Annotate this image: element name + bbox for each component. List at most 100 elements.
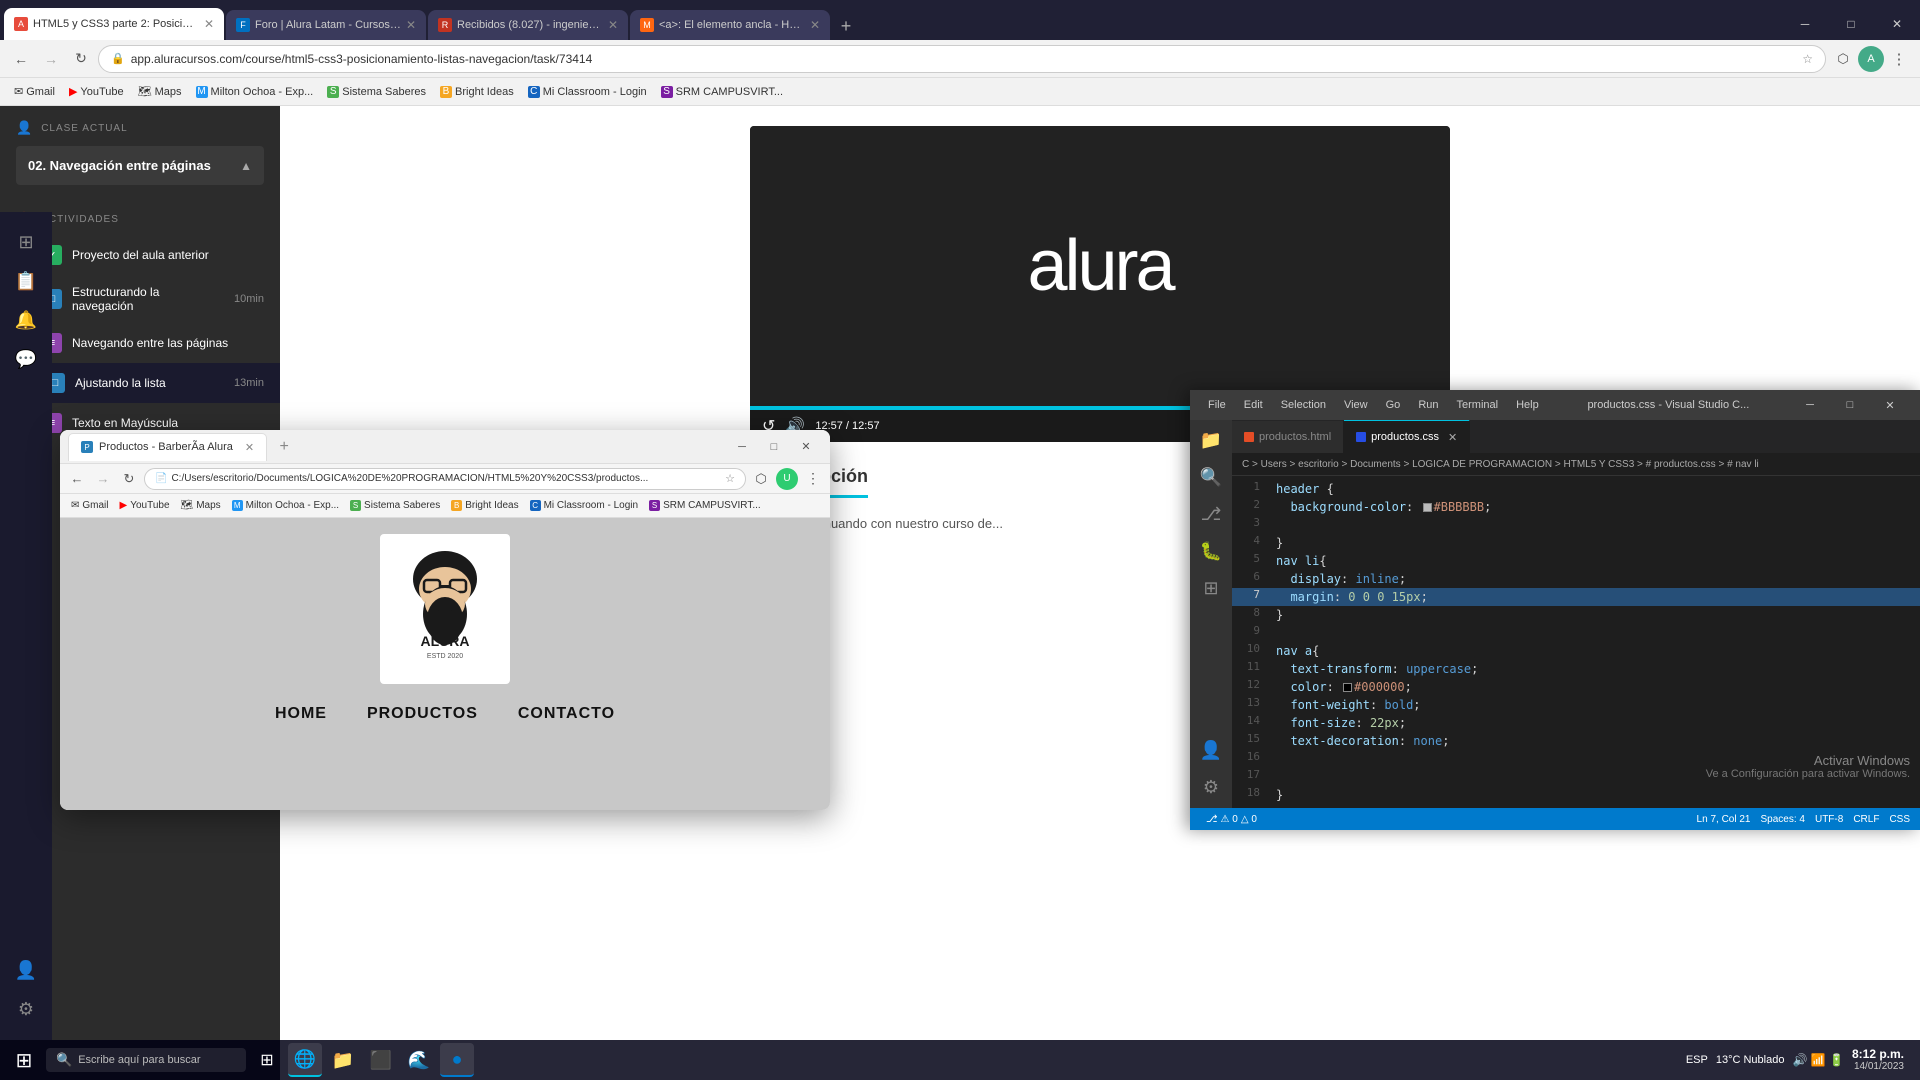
bookmark-gmail[interactable]: ✉ Gmail: [8, 81, 61, 103]
fw-close[interactable]: ✕: [790, 433, 822, 461]
act-text-2: Estructurando la navegación: [72, 285, 224, 313]
fw-forward[interactable]: →: [92, 468, 114, 490]
search-placeholder: Escribe aquí para buscar: [78, 1054, 200, 1066]
tab-3[interactable]: R Recibidos (8.027) - ingenierasgr... ✕: [428, 10, 628, 40]
tab-4-close[interactable]: ✕: [810, 18, 820, 32]
fw-back[interactable]: ←: [66, 468, 88, 490]
bookmark-maps[interactable]: 🗺 Maps: [132, 81, 188, 103]
rail-icon-1[interactable]: ⊞: [18, 232, 33, 253]
add-tab-button[interactable]: +: [832, 12, 860, 40]
bookmark-classroom[interactable]: C Mi Classroom - Login: [522, 81, 653, 103]
vsc-git-icon: ⎇: [1206, 814, 1218, 825]
search-bar[interactable]: 🔍 Escribe aquí para buscar: [46, 1048, 246, 1072]
taskbar-files[interactable]: 📁: [326, 1043, 360, 1077]
bookmark-saberes[interactable]: S Sistema Saberes: [321, 81, 432, 103]
nav-contacto[interactable]: CONTACTO: [518, 705, 615, 723]
fw-titlebar: P Productos - BarberÃa Alura ✕ + ─ □ ✕: [60, 430, 830, 464]
vsc-menu-view[interactable]: View: [1336, 397, 1376, 413]
tab-4[interactable]: M <a>: El elemento ancla - HTML:... ✕: [630, 10, 830, 40]
vsc-act-search[interactable]: 🔍: [1196, 463, 1226, 492]
nav-productos[interactable]: PRODUCTOS: [367, 705, 478, 723]
fw-bk-classroom[interactable]: C Mi Classroom - Login: [525, 496, 643, 516]
tab-2-close[interactable]: ✕: [406, 18, 416, 32]
fw-url-text: C:/Users/escritorio/Documents/LOGICA%20D…: [171, 473, 648, 484]
close-button[interactable]: ✕: [1874, 8, 1920, 40]
tab-1-close[interactable]: ✕: [204, 17, 214, 31]
task-view-button[interactable]: ⊞: [250, 1043, 284, 1077]
tab-1[interactable]: A HTML5 y CSS3 parte 2: Posicion... ✕: [4, 8, 224, 40]
bookmark-milton[interactable]: M Milton Ochoa - Exp...: [190, 81, 320, 103]
clase-actual-title: 👤 CLASE ACTUAL: [16, 120, 264, 136]
vsc-tab-css-close[interactable]: ✕: [1448, 431, 1457, 444]
taskbar-terminal[interactable]: ⬛: [364, 1043, 398, 1077]
fw-bk-srm[interactable]: S SRM CAMPUSVIRT...: [644, 496, 766, 516]
vsc-tab-html[interactable]: productos.html: [1232, 421, 1344, 453]
vsc-menu-help[interactable]: Help: [1508, 397, 1547, 413]
fw-tab-close[interactable]: ✕: [245, 441, 254, 454]
fw-refresh[interactable]: ↻: [118, 468, 140, 490]
taskbar-vscode[interactable]: ●: [440, 1043, 474, 1077]
bookmark-brightideas[interactable]: B Bright Ideas: [434, 81, 520, 103]
url-bar[interactable]: 🔒 app.aluracursos.com/course/html5-css3-…: [98, 45, 1826, 73]
forward-button[interactable]: →: [38, 46, 64, 72]
fw-bk-youtube[interactable]: ▶ YouTube: [115, 496, 175, 516]
vsc-tab-css[interactable]: productos.css ✕: [1344, 420, 1470, 453]
minimize-button[interactable]: ─: [1782, 8, 1828, 40]
start-button[interactable]: ⊞: [6, 1042, 42, 1078]
rail-icon-6[interactable]: ⚙: [18, 999, 34, 1020]
vsc-menu-run[interactable]: Run: [1410, 397, 1446, 413]
rail-icon-2[interactable]: 📋: [15, 271, 37, 292]
maximize-button[interactable]: □: [1828, 8, 1874, 40]
bookmark-srm[interactable]: S SRM CAMPUSVIRT...: [655, 81, 789, 103]
current-lesson[interactable]: 02. Navegación entre páginas ▲: [16, 146, 264, 185]
fw-minimize[interactable]: ─: [726, 433, 758, 461]
vsc-act-explorer[interactable]: 📁: [1196, 426, 1226, 455]
fw-bk-saberes[interactable]: S Sistema Saberes: [345, 496, 445, 516]
tab-2[interactable]: F Foro | Alura Latam - Cursos onli... ✕: [226, 10, 426, 40]
back-button[interactable]: ←: [8, 46, 34, 72]
tab-3-close[interactable]: ✕: [608, 18, 618, 32]
rail-icon-4[interactable]: 💬: [15, 349, 37, 370]
fw-url-bar[interactable]: 📄 C:/Users/escritorio/Documents/LOGICA%2…: [144, 468, 746, 490]
fw-restore[interactable]: □: [758, 433, 790, 461]
vsc-menu-terminal[interactable]: Terminal: [1449, 397, 1507, 413]
vsc-menu-edit[interactable]: Edit: [1236, 397, 1271, 413]
vsc-breadcrumb: C > Users > escritorio > Documents > LOG…: [1232, 454, 1920, 476]
current-lesson-title: 02. Navegación entre páginas: [28, 158, 211, 173]
fw-bk-milton[interactable]: M Milton Ochoa - Exp...: [227, 496, 344, 516]
fw-bk-milton-icon: M: [232, 500, 243, 511]
vsc-act-account[interactable]: 👤: [1196, 736, 1226, 765]
extensions-button[interactable]: ⬡: [1830, 46, 1856, 72]
menu-button[interactable]: ⋮: [1886, 46, 1912, 72]
nav-home[interactable]: HOME: [275, 705, 327, 723]
taskbar-chrome[interactable]: 🌐: [288, 1043, 322, 1077]
vsc-minimize[interactable]: ─: [1790, 391, 1830, 419]
fw-extensions[interactable]: ⬡: [750, 468, 772, 490]
fw-profile[interactable]: U: [776, 468, 798, 490]
maps-label: Maps: [155, 86, 182, 98]
vsc-menu-file[interactable]: File: [1200, 397, 1234, 413]
rail-icon-3[interactable]: 🔔: [15, 310, 37, 331]
vsc-maximize[interactable]: □: [1830, 391, 1870, 419]
vsc-act-settings[interactable]: ⚙: [1199, 773, 1223, 802]
vsc-close[interactable]: ✕: [1870, 391, 1910, 419]
systray-icons: 🔊 📶 🔋: [1792, 1053, 1844, 1067]
vsc-menu-go[interactable]: Go: [1378, 397, 1409, 413]
vsc-menu-selection[interactable]: Selection: [1273, 397, 1334, 413]
taskbar-edge[interactable]: 🌊: [402, 1043, 436, 1077]
url-text: app.aluracursos.com/course/html5-css3-po…: [131, 52, 1797, 66]
vsc-act-git[interactable]: ⎇: [1197, 500, 1226, 529]
fw-tab-active[interactable]: P Productos - BarberÃa Alura ✕: [68, 433, 267, 461]
refresh-button[interactable]: ↻: [68, 46, 94, 72]
fw-add-tab[interactable]: +: [273, 436, 295, 458]
vsc-act-extensions[interactable]: ⊞: [1199, 574, 1222, 603]
vsc-status-git[interactable]: ⎇ ⚠ 0 △ 0: [1200, 808, 1263, 830]
fw-more[interactable]: ⋮: [802, 468, 824, 490]
fw-bk-gmail[interactable]: ✉ Gmail: [66, 496, 114, 516]
fw-bk-bright[interactable]: B Bright Ideas: [446, 496, 523, 516]
rail-icon-5[interactable]: 👤: [15, 960, 37, 981]
vsc-act-debug[interactable]: 🐛: [1196, 537, 1226, 566]
bookmark-youtube[interactable]: ▶ YouTube: [63, 81, 130, 103]
fw-bk-maps[interactable]: 🗺 Maps: [176, 496, 226, 516]
profile-button[interactable]: A: [1858, 46, 1884, 72]
